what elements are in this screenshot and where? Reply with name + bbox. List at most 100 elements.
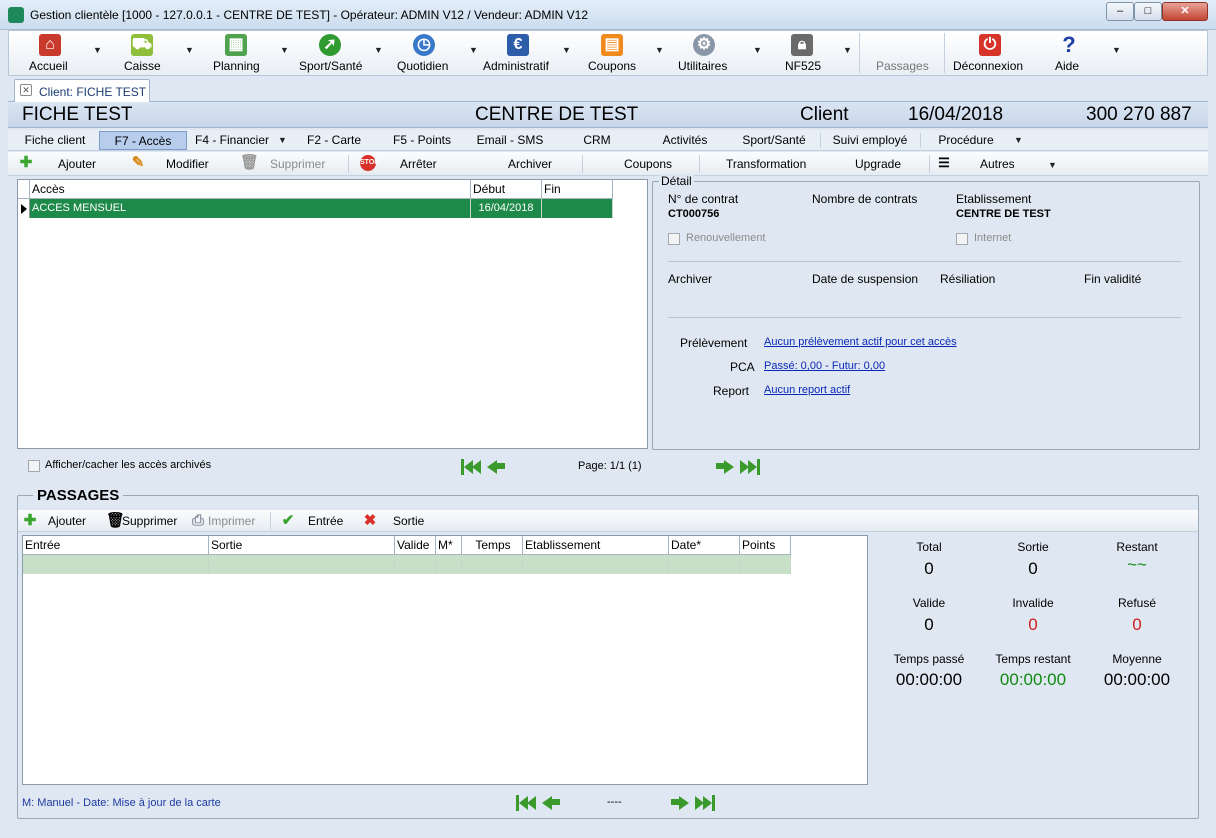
tab-acces[interactable]: F7 - Accès [99, 131, 187, 150]
previous-page-icon[interactable] [542, 794, 563, 812]
column-header[interactable]: Points [740, 536, 791, 555]
table-cell[interactable] [669, 555, 740, 574]
column-header[interactable]: Etablissement [523, 536, 669, 555]
toolbar-accueil[interactable]: ⌂ Accueil ▼ [23, 31, 103, 75]
delete-button[interactable]: Supprimer [270, 157, 325, 171]
tab-email-sms[interactable]: Email - SMS [466, 131, 554, 150]
column-header[interactable]: M* [436, 536, 462, 555]
chevron-down-icon[interactable]: ▼ [1014, 135, 1023, 145]
table-row[interactable]: ACCES MENSUEL 16/04/2018 [18, 199, 613, 218]
column-header[interactable]: Sortie [209, 536, 395, 555]
toolbar-passages[interactable]: Passages [867, 31, 937, 75]
chevron-down-icon[interactable]: ▼ [374, 45, 383, 55]
entry-button[interactable]: Entrée [308, 514, 343, 528]
toolbar-sport-sante[interactable]: ➚ Sport/Santé ▼ [299, 31, 389, 75]
stop-button[interactable]: Arrêter [400, 157, 437, 171]
coupons-button[interactable]: Coupons [624, 157, 672, 171]
archive-button[interactable]: Archiver [508, 157, 552, 171]
toolbar-caisse[interactable]: ⛟ Caisse ▼ [119, 31, 199, 75]
delete-passage-button[interactable]: Supprimer [122, 514, 177, 528]
chevron-down-icon[interactable]: ▼ [469, 45, 478, 55]
table-cell[interactable]: ACCES MENSUEL [30, 199, 471, 218]
upgrade-button[interactable]: Upgrade [855, 157, 901, 171]
chevron-down-icon[interactable]: ▼ [843, 45, 852, 55]
edit-icon[interactable]: ✎ [130, 155, 146, 171]
add-passage-button[interactable]: Ajouter [48, 514, 86, 528]
trash-icon[interactable]: 🗑︎ [106, 513, 125, 529]
first-page-icon[interactable] [516, 794, 537, 812]
access-table[interactable]: Accès Début Fin ACCES MENSUEL 16/04/2018 [17, 179, 648, 449]
menu-icon[interactable]: ☰ [936, 155, 952, 171]
chevron-down-icon[interactable]: ▼ [185, 45, 194, 55]
next-page-icon[interactable] [716, 458, 737, 476]
more-button[interactable]: Autres [980, 157, 1015, 171]
chevron-down-icon[interactable]: ▼ [93, 45, 102, 55]
table-cell[interactable] [209, 555, 395, 574]
chevron-down-icon[interactable]: ▼ [1112, 45, 1121, 55]
column-header[interactable]: Fin [542, 180, 613, 199]
chevron-down-icon[interactable]: ▼ [562, 45, 571, 55]
toolbar-aide[interactable]: ? Aide ▼ [1049, 31, 1129, 75]
close-tab-icon[interactable]: ✕ [20, 84, 32, 96]
stop-icon[interactable]: STOP [360, 155, 379, 171]
transformation-button[interactable]: Transformation [726, 157, 806, 171]
column-header[interactable]: Date* [669, 536, 740, 555]
tab-fiche-client[interactable]: Fiche client [12, 131, 98, 150]
column-header[interactable]: Début [471, 180, 542, 199]
chevron-down-icon[interactable]: ▼ [1048, 160, 1057, 170]
tab-activites[interactable]: Activités [640, 131, 730, 150]
report-link[interactable]: Aucun report actif [764, 384, 850, 396]
minimize-button[interactable]: – [1106, 2, 1134, 21]
table-row[interactable] [23, 555, 791, 574]
maximize-button[interactable]: □ [1134, 2, 1162, 21]
exit-button[interactable]: Sortie [393, 514, 424, 528]
table-cell[interactable]: 16/04/2018 [471, 199, 542, 218]
tab-client[interactable]: ✕ Client: FICHE TEST [14, 79, 150, 102]
internet-checkbox[interactable] [956, 233, 968, 245]
direct-debit-link[interactable]: Aucun prélèvement actif pour cet accès [764, 336, 957, 348]
chevron-down-icon[interactable]: ▼ [753, 45, 762, 55]
tab-sport-sante[interactable]: Sport/Santé [730, 131, 818, 150]
table-cell[interactable] [23, 555, 209, 574]
tab-points[interactable]: F5 - Points [378, 131, 466, 150]
table-cell[interactable] [395, 555, 436, 574]
add-button[interactable]: Ajouter [58, 157, 96, 171]
show-archived-checkbox[interactable] [28, 460, 40, 472]
toolbar-coupons[interactable]: ▤ Coupons ▼ [585, 31, 665, 75]
cross-icon[interactable]: ✖ [362, 513, 378, 529]
column-header[interactable]: Accès [30, 180, 471, 199]
column-header[interactable]: Temps [462, 536, 523, 555]
chevron-down-icon[interactable]: ▼ [655, 45, 664, 55]
check-icon[interactable]: ✔ [280, 513, 296, 529]
last-page-icon[interactable] [695, 794, 716, 812]
tab-crm[interactable]: CRM [554, 131, 640, 150]
tab-procedure[interactable]: Procédure [922, 131, 1010, 150]
column-header[interactable]: Valide [395, 536, 436, 555]
first-page-icon[interactable] [461, 458, 482, 476]
edit-button[interactable]: Modifier [166, 157, 209, 171]
passages-table[interactable]: Entrée Sortie Valide M* Temps Etablissem… [22, 535, 868, 785]
chevron-down-icon[interactable]: ▼ [278, 135, 287, 145]
tab-financier[interactable]: F4 - Financier [188, 131, 276, 150]
toolbar-deconnexion[interactable]: ⏻ Déconnexion [949, 31, 1039, 75]
column-header[interactable]: Entrée [23, 536, 209, 555]
table-cell[interactable] [542, 199, 613, 218]
tab-carte[interactable]: F2 - Carte [292, 131, 376, 150]
toolbar-utilitaires[interactable]: ⚙ Utilitaires ▼ [677, 31, 767, 75]
add-icon[interactable]: ✚ [18, 155, 34, 171]
tab-suivi-employe[interactable]: Suivi employé [822, 131, 918, 150]
pca-link[interactable]: Passé: 0,00 - Futur: 0,00 [764, 360, 885, 372]
toolbar-administratif[interactable]: € Administratif ▼ [481, 31, 581, 75]
table-cell[interactable] [740, 555, 791, 574]
table-cell[interactable] [523, 555, 669, 574]
table-cell[interactable] [462, 555, 523, 574]
previous-page-icon[interactable] [487, 458, 508, 476]
toolbar-quotidien[interactable]: ◷ Quotidien ▼ [395, 31, 485, 75]
last-page-icon[interactable] [740, 458, 761, 476]
next-page-icon[interactable] [671, 794, 692, 812]
chevron-down-icon[interactable]: ▼ [280, 45, 289, 55]
renewal-checkbox[interactable] [668, 233, 680, 245]
print-button[interactable]: Imprimer [208, 514, 255, 528]
toolbar-nf525[interactable]: 🔒︎ NF525 ▼ [783, 31, 855, 75]
toolbar-planning[interactable]: ▦ Planning ▼ [209, 31, 299, 75]
